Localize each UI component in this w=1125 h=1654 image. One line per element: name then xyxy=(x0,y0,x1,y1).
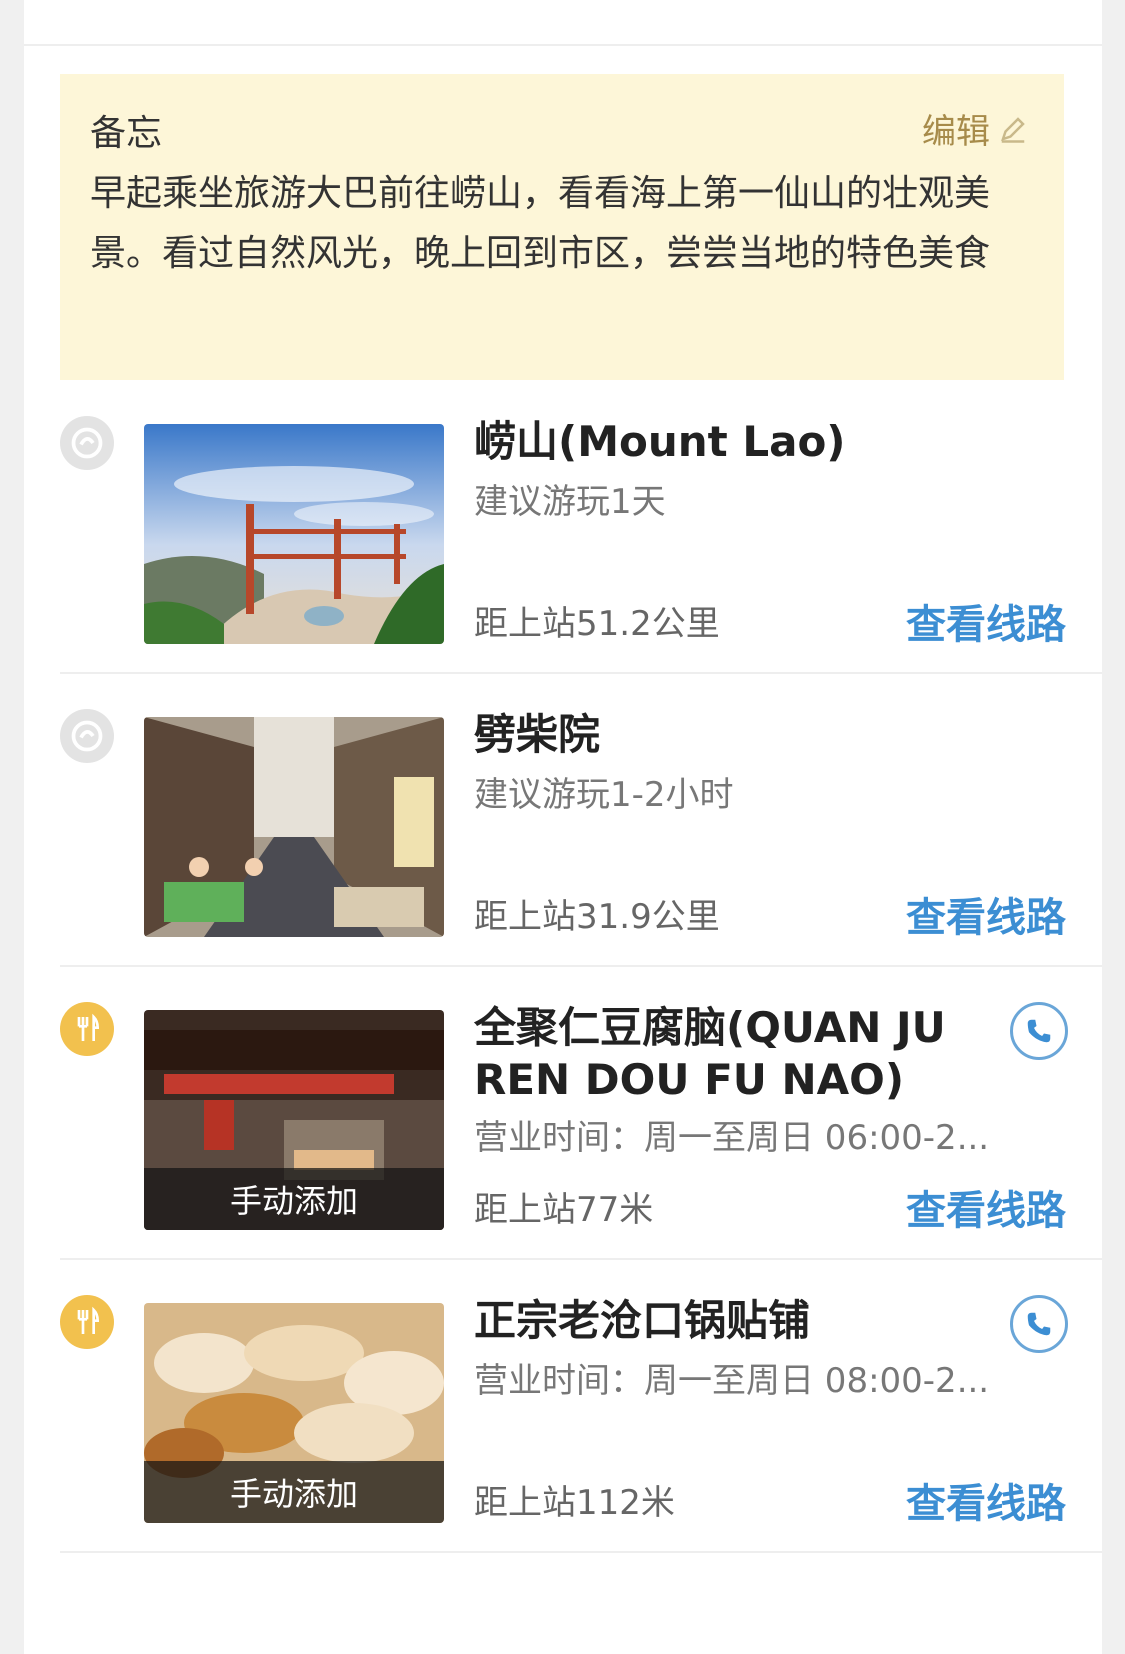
item-divider xyxy=(60,965,1102,967)
memo-text: 早起乘坐旅游大巴前往崂山，看看海上第一仙山的壮观美景。看过自然风光，晚上回到市区… xyxy=(90,173,991,274)
page-card: 备忘 编辑 早起乘坐旅游大巴前往崂山，看看海上第一仙山的壮观美景。看过自然风光，… xyxy=(24,0,1102,1654)
item-divider xyxy=(60,1551,1102,1553)
list-item[interactable]: 劈柴院 建议游玩1-2小时 距上站31.9公里 查看线路 xyxy=(60,709,1102,1017)
item-name: 正宗老沧口锅贴铺 xyxy=(474,1296,811,1345)
food-icon xyxy=(60,1295,114,1349)
sight-icon xyxy=(60,416,114,470)
list-item[interactable]: 手动添加 全聚仁豆腐脑(QUAN JU REN DOU FU NAO) 营业时间… xyxy=(60,1002,1102,1310)
item-distance: 距上站51.2公里 xyxy=(474,604,720,644)
food-icon xyxy=(60,1002,114,1056)
item-name: 全聚仁豆腐脑(QUAN JU REN DOU FU NAO) xyxy=(474,1003,946,1104)
item-distance: 距上站112米 xyxy=(474,1483,675,1523)
item-hours: 营业时间：周一至周日 08:00-2... xyxy=(474,1361,990,1401)
thumbnail-mount-lao[interactable] xyxy=(144,424,444,644)
manual-add-badge: 手动添加 xyxy=(144,1168,444,1230)
item-suggestion: 建议游玩1天 xyxy=(474,482,666,522)
phone-button[interactable] xyxy=(1010,1002,1068,1060)
sight-icon xyxy=(60,709,114,763)
item-name: 劈柴院 xyxy=(474,710,601,759)
top-divider xyxy=(24,44,1102,46)
item-distance: 距上站77米 xyxy=(474,1190,654,1230)
manual-add-badge: 手动添加 xyxy=(144,1461,444,1523)
item-distance: 距上站31.9公里 xyxy=(474,897,720,937)
view-route-button[interactable]: 查看线路 xyxy=(906,885,1066,943)
view-route-button[interactable]: 查看线路 xyxy=(906,1178,1066,1236)
view-route-button[interactable]: 查看线路 xyxy=(906,592,1066,650)
item-divider xyxy=(60,1258,1102,1260)
list-item[interactable]: 手动添加 正宗老沧口锅贴铺 营业时间：周一至周日 08:00-2... 距上站1… xyxy=(60,1295,1102,1603)
memo-card: 备忘 编辑 早起乘坐旅游大巴前往崂山，看看海上第一仙山的壮观美景。看过自然风光，… xyxy=(60,74,1064,380)
memo-edit-button[interactable]: 编辑 xyxy=(922,104,1028,153)
item-divider xyxy=(60,672,1102,674)
view-route-button[interactable]: 查看线路 xyxy=(906,1471,1066,1529)
item-hours: 营业时间：周一至周日 06:00-2... xyxy=(474,1118,990,1158)
memo-title: 备忘 xyxy=(90,113,163,154)
phone-icon xyxy=(1027,1019,1051,1043)
thumbnail-guotie[interactable]: 手动添加 xyxy=(144,1303,444,1523)
item-suggestion: 建议游玩1-2小时 xyxy=(474,775,734,815)
item-name: 崂山(Mount Lao) xyxy=(474,417,846,466)
list-item[interactable]: 崂山(Mount Lao) 建议游玩1天 距上站51.2公里 查看线路 xyxy=(60,416,1102,724)
thumbnail-quanjuren[interactable]: 手动添加 xyxy=(144,1010,444,1230)
thumbnail-pichaiyuan[interactable] xyxy=(144,717,444,937)
phone-icon xyxy=(1027,1312,1051,1336)
phone-button[interactable] xyxy=(1010,1295,1068,1353)
pencil-icon xyxy=(1001,116,1025,143)
memo-edit-label: 编辑 xyxy=(922,112,990,152)
